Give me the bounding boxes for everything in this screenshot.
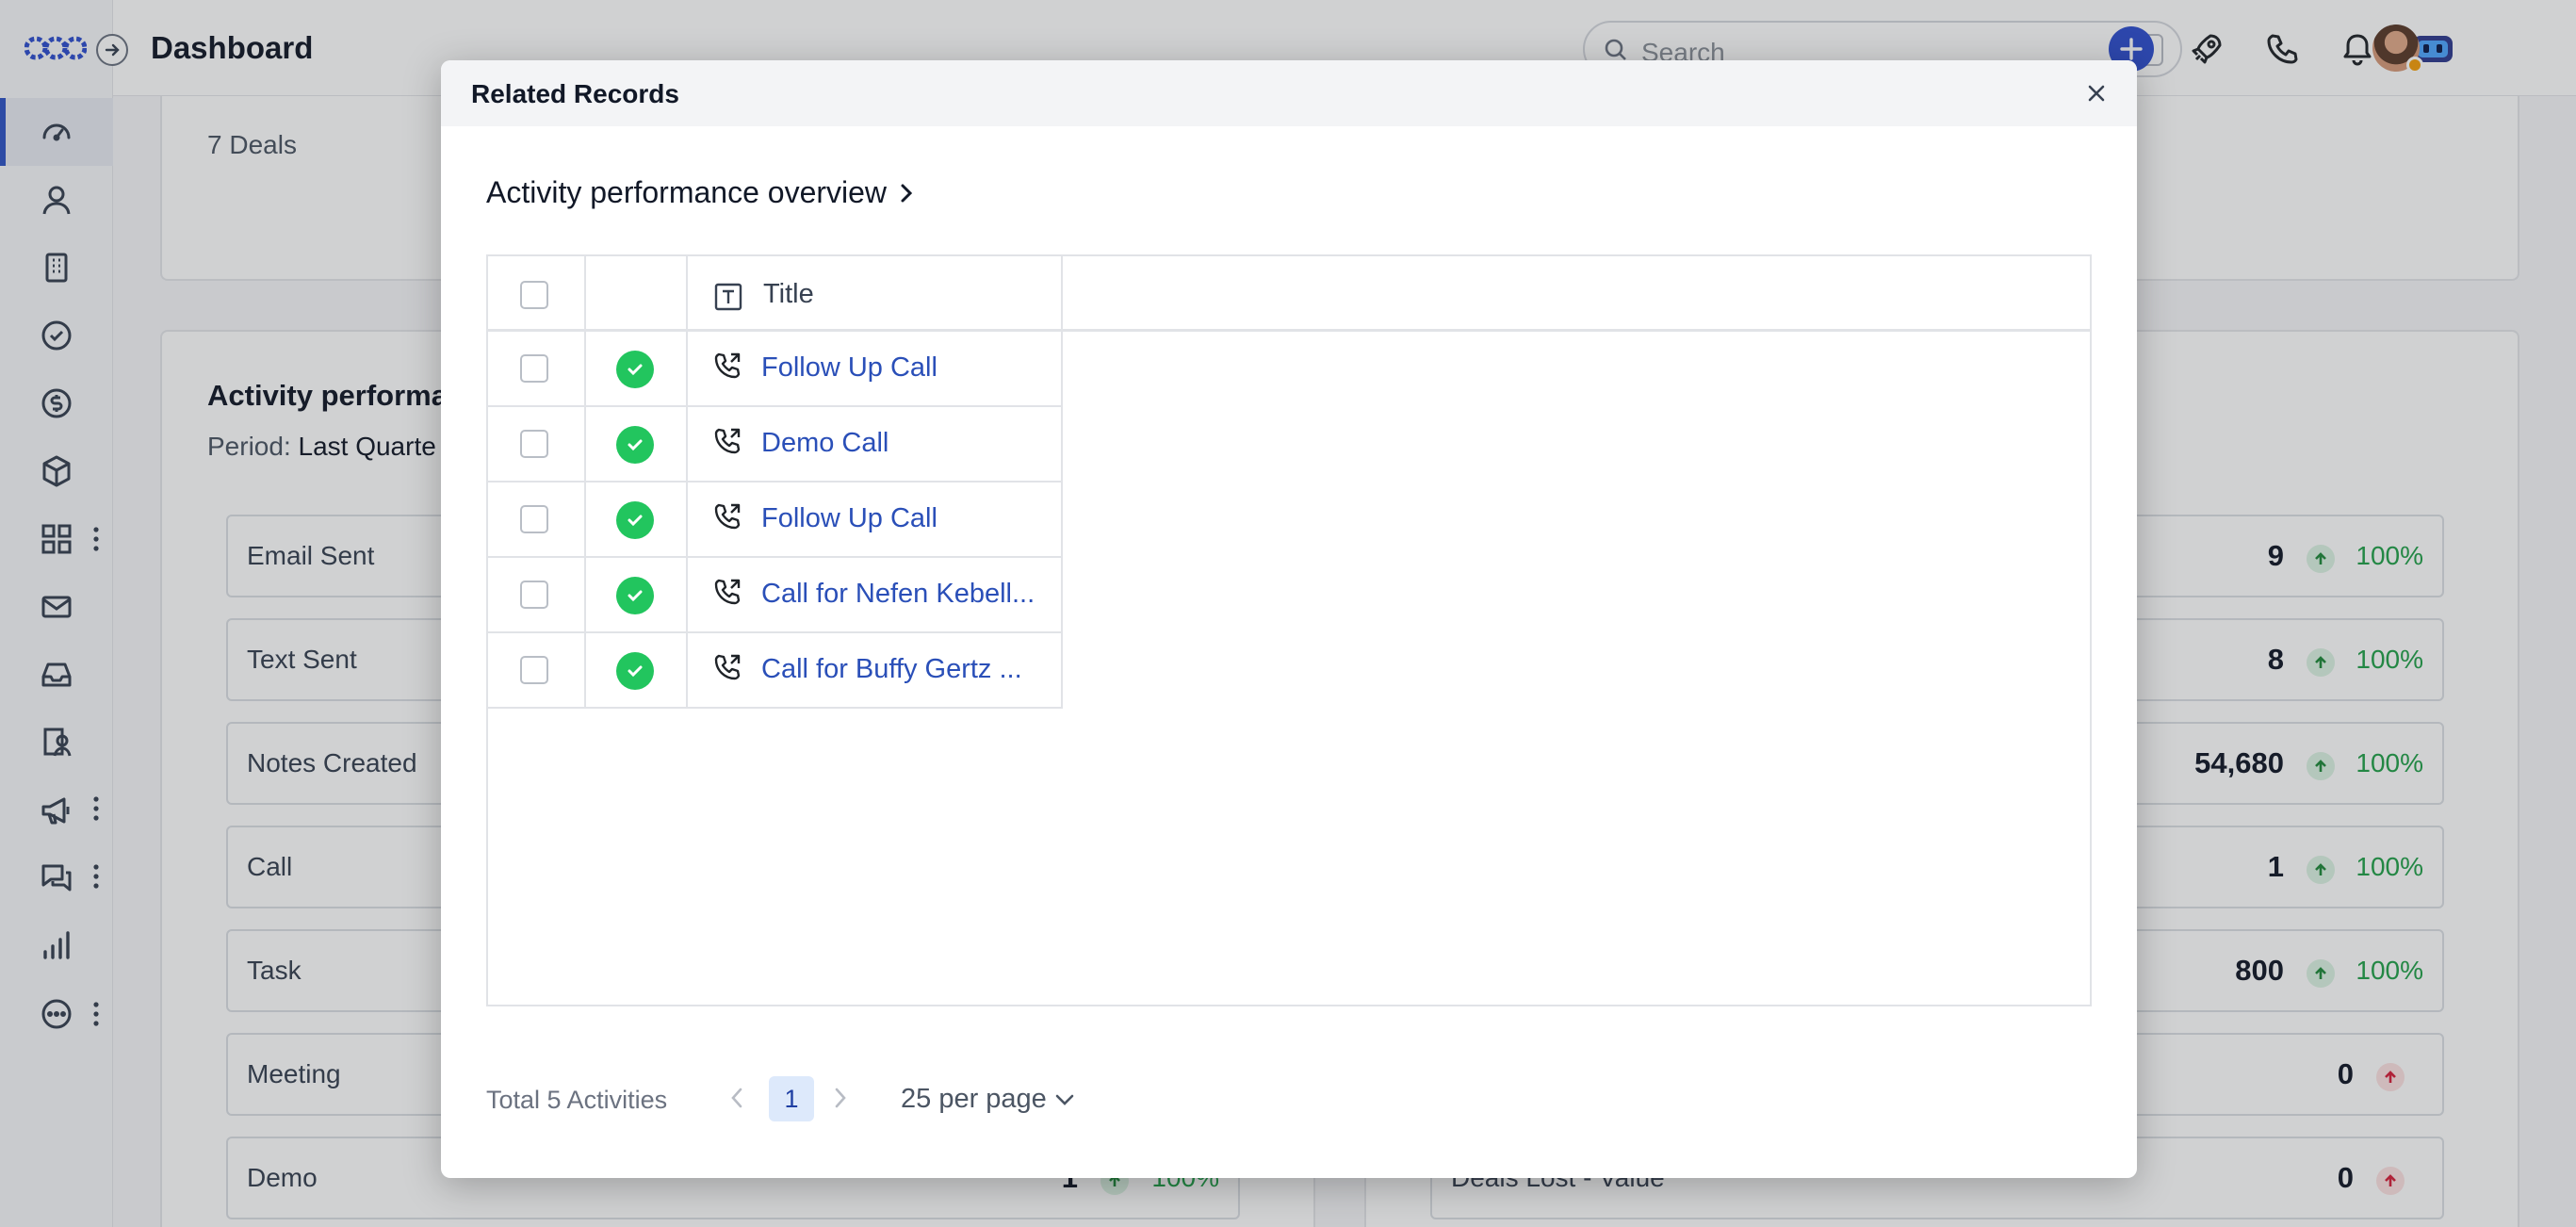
chevron-down-icon: [1055, 1094, 1074, 1105]
chevron-left-icon: [731, 1088, 742, 1108]
completed-check-icon: [616, 652, 654, 690]
page-number-button[interactable]: 1: [769, 1076, 814, 1121]
table-row: Demo Call: [488, 407, 1063, 483]
modal-title: Related Records: [471, 79, 679, 108]
table-row: Follow Up Call: [488, 332, 1063, 407]
row-checkbox[interactable]: [520, 354, 548, 383]
activity-title-link[interactable]: Call for Buffy Gertz ...: [761, 654, 1044, 685]
text-field-icon: [714, 283, 742, 311]
table-row: Follow Up Call: [488, 483, 1063, 558]
outgoing-call-icon: [714, 428, 741, 454]
select-all-checkbox[interactable]: [520, 281, 548, 309]
chevron-right-icon: [835, 1088, 846, 1108]
related-records-modal: Related Records Activity performance ove…: [441, 60, 2137, 1178]
chevron-right-icon: [901, 184, 913, 202]
activity-title-link[interactable]: Call for Nefen Kebell...: [761, 579, 1044, 610]
per-page-select[interactable]: 25 per page: [901, 1084, 1075, 1115]
row-checkbox[interactable]: [520, 656, 548, 684]
records-table: Title Follow Up Call Demo Call Follow Up…: [486, 254, 2092, 1006]
outgoing-call-icon: [714, 654, 741, 680]
outgoing-call-icon: [714, 503, 741, 530]
activity-title-link[interactable]: Follow Up Call: [761, 352, 1044, 384]
per-page-value: 25 per page: [901, 1084, 1047, 1114]
activity-title-link[interactable]: Demo Call: [761, 428, 1044, 459]
completed-check-icon: [616, 501, 654, 539]
completed-check-icon: [616, 577, 654, 614]
activity-performance-overview-link[interactable]: Activity performance overview: [486, 175, 913, 210]
table-header: Title: [488, 256, 2090, 332]
row-checkbox[interactable]: [520, 430, 548, 458]
activity-title-link[interactable]: Follow Up Call: [761, 503, 1044, 534]
section-title: Activity performance overview: [486, 175, 888, 209]
modal-header: Related Records: [441, 60, 2137, 126]
table-row: Call for Buffy Gertz ...: [488, 633, 1063, 709]
next-page-button[interactable]: [833, 1086, 848, 1115]
total-activities: Total 5 Activities: [486, 1086, 668, 1114]
previous-page-button[interactable]: [729, 1086, 744, 1115]
title-column-header[interactable]: Title: [763, 279, 814, 310]
close-icon: [2088, 85, 2105, 102]
table-row: Call for Nefen Kebell...: [488, 558, 1063, 633]
close-button[interactable]: [2080, 77, 2112, 109]
row-checkbox[interactable]: [520, 505, 548, 533]
completed-check-icon: [616, 426, 654, 464]
outgoing-call-icon: [714, 352, 741, 379]
outgoing-call-icon: [714, 579, 741, 605]
row-checkbox[interactable]: [520, 581, 548, 609]
completed-check-icon: [616, 351, 654, 388]
